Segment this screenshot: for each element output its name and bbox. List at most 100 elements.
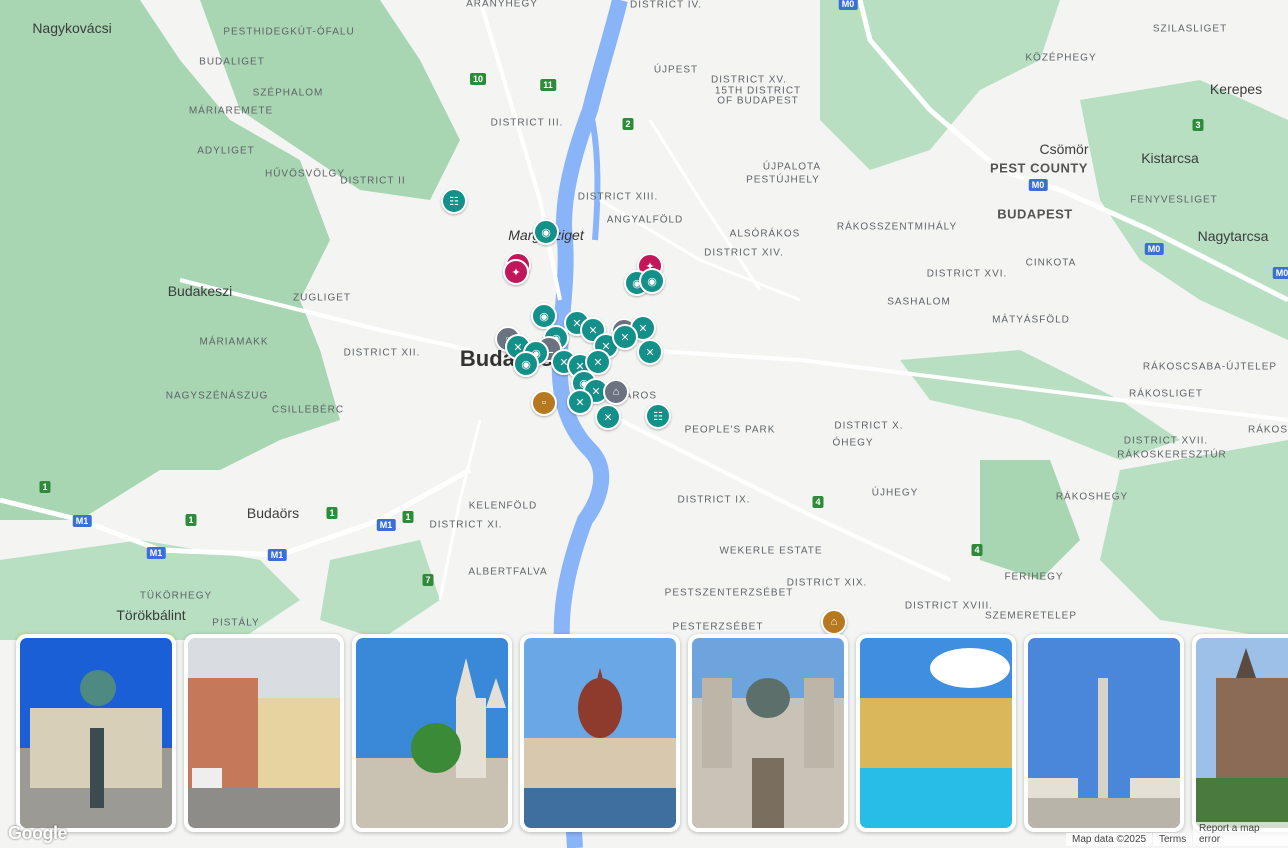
label-rakoskeresztur: RÁKOSKERESZTÚR	[1117, 449, 1227, 461]
report-map-error-link[interactable]: Report a map error	[1193, 822, 1288, 846]
transit-icon[interactable]: ☷	[645, 403, 671, 429]
road-shield-m1: M1	[267, 549, 287, 561]
label-district3: DISTRICT III.	[490, 117, 564, 129]
fork-knife-icon[interactable]: ✕	[595, 404, 621, 430]
label-szephalom: SZÉPHALOM	[252, 87, 324, 99]
label-budapest: BUDAPEST	[997, 206, 1073, 222]
label-district4: DISTRICT IV.	[629, 0, 703, 11]
photo-vajdahunyad-castle	[1196, 638, 1288, 828]
label-ohegy: ÓHEGY	[832, 437, 874, 449]
photo-szechenyi-bath	[860, 638, 1012, 828]
label-alsorakos: ALSÓRÁKOS	[729, 228, 801, 240]
road-shield-m0: M0	[1144, 243, 1164, 255]
road-shield-4: 4	[812, 496, 824, 508]
label-district13: DISTRICT XIII.	[577, 191, 659, 203]
road-shield-m0: M0	[838, 0, 858, 10]
label-fenyvesliget: FENYVESLIGET	[1130, 194, 1218, 206]
label-district9: DISTRICT IX.	[677, 494, 751, 506]
label-ujhegy: ÚJHEGY	[871, 487, 919, 499]
photo-fishermans-bastion	[356, 638, 508, 828]
label-pesthidegkut: PESTHIDEGKÚT-ÓFALU	[223, 26, 355, 38]
road-shield-m1: M1	[376, 519, 396, 531]
fork-knife-icon[interactable]: ✕	[612, 324, 638, 350]
bar-icon[interactable]: ✦	[503, 259, 529, 285]
label-budaors: Budaörs	[246, 505, 300, 521]
place-card[interactable]	[352, 634, 512, 832]
label-matyasfold: MÁTYÁSFÖLD	[992, 314, 1070, 326]
fork-knife-icon[interactable]: ✕	[567, 389, 593, 415]
road-shield-1: 1	[402, 511, 414, 523]
road-shield-2: 2	[622, 118, 634, 130]
label-angyalfold: ANGYALFÖLD	[606, 214, 684, 226]
road-shield-m1: M1	[146, 547, 166, 559]
label-mariaremete: MÁRIAREMETE	[188, 105, 274, 117]
label-nagyszenaszug: NAGYSZÉNÁSZUG	[165, 390, 269, 402]
photo-parliament	[524, 638, 676, 828]
label-sashalom: SASHALOM	[887, 296, 951, 308]
label-aranyhegy: ARANYHEGY	[466, 0, 538, 10]
photo-heroes-square	[1028, 638, 1180, 828]
label-district19: DISTRICT XIX.	[786, 577, 868, 589]
label-kerepes: Kerepes	[1209, 81, 1263, 97]
map-data-attribution: Map data ©2025	[1066, 833, 1153, 846]
place-card[interactable]	[856, 634, 1016, 832]
label-szilasliget: SZILASLIGET	[1152, 23, 1228, 35]
label-rakos: RÁKOS	[1247, 424, 1288, 436]
road-shield-4: 4	[971, 544, 983, 556]
road-shield-1: 1	[185, 514, 197, 526]
label-pestujhely: PESTÚJHELY	[746, 174, 820, 186]
place-card[interactable]	[688, 634, 848, 832]
place-card[interactable]	[16, 634, 176, 832]
museum-icon[interactable]: ⌂	[821, 609, 847, 635]
transit-icon[interactable]: ☷	[441, 188, 467, 214]
label-szemeretelep: SZEMERETELEP	[984, 610, 1078, 622]
place-card[interactable]	[1024, 634, 1184, 832]
label-pistaly: PISTÁLY	[212, 617, 260, 629]
place-card[interactable]	[1192, 634, 1288, 832]
label-district16: DISTRICT XVI.	[926, 268, 1008, 280]
label-torokbalint: Törökbálint	[116, 607, 186, 623]
road-shield-m0: M0	[1272, 267, 1288, 279]
label-nagykovacsi: Nagykovácsi	[32, 20, 112, 36]
label-rakoshegy: RÁKOSHEGY	[1055, 491, 1129, 503]
label-rakosliget: RÁKOSLIGET	[1129, 388, 1203, 400]
label-csilleberc: CSILLEBÉRC	[271, 404, 345, 416]
binoculars-icon[interactable]: ◉	[533, 219, 559, 245]
label-kelenfold: KELENFÖLD	[468, 500, 538, 512]
label-pesterzsebet: PESTERZSÉBET	[672, 621, 764, 633]
place-card[interactable]	[520, 634, 680, 832]
road-shield-m1: M1	[72, 515, 92, 527]
label-zugliget: ZUGLIGET	[292, 292, 352, 304]
road-shield-11: 11	[540, 79, 556, 91]
label-kistarcsa: Kistarcsa	[1141, 150, 1199, 166]
museum-icon[interactable]: ⌂	[603, 379, 629, 405]
label-budakeszi: Budakeszi	[167, 283, 233, 299]
label-district12: DISTRICT XII.	[343, 347, 421, 359]
terms-link[interactable]: Terms	[1153, 833, 1193, 846]
map-canvas[interactable]: Nagykovácsi PESTHIDEGKÚT-ÓFALU ARANYHEGY…	[0, 0, 1288, 848]
label-tukorhegy: TÜKÖRHEGY	[139, 590, 213, 602]
label-budaliget: BUDALIGET	[199, 56, 265, 68]
binoculars-icon[interactable]: ◉	[513, 351, 539, 377]
label-district11: DISTRICT XI.	[429, 519, 503, 531]
label-district15c: OF BUDAPEST	[717, 95, 799, 107]
gallery-icon[interactable]: ▫	[531, 390, 557, 416]
label-wekerle: WEKERLE ESTATE	[719, 545, 823, 557]
label-rakoscsaba: RÁKOSCSABA-ÚJTELEP	[1142, 361, 1278, 373]
label-district10: DISTRICT X.	[834, 420, 904, 432]
label-district2: DISTRICT II	[340, 175, 406, 187]
fork-knife-icon[interactable]: ✕	[637, 339, 663, 365]
photo-carousel[interactable]	[16, 634, 1288, 834]
google-logo: Google	[8, 823, 68, 843]
road-shield-3: 3	[1192, 119, 1204, 131]
place-card[interactable]	[184, 634, 344, 832]
binoculars-icon[interactable]: ◉	[639, 268, 665, 294]
label-pestcounty: PEST COUNTY	[990, 160, 1088, 176]
label-district15: DISTRICT XV.	[711, 74, 787, 86]
road-shield-10: 10	[469, 73, 487, 85]
label-district17: DISTRICT XVII.	[1123, 435, 1209, 447]
label-nagytarcsa: Nagytarcsa	[1197, 228, 1269, 244]
photo-st-stephens-basilica	[692, 638, 844, 828]
label-ferihegy: FERIHEGY	[1004, 571, 1064, 583]
photo-buda-castle	[20, 638, 172, 828]
